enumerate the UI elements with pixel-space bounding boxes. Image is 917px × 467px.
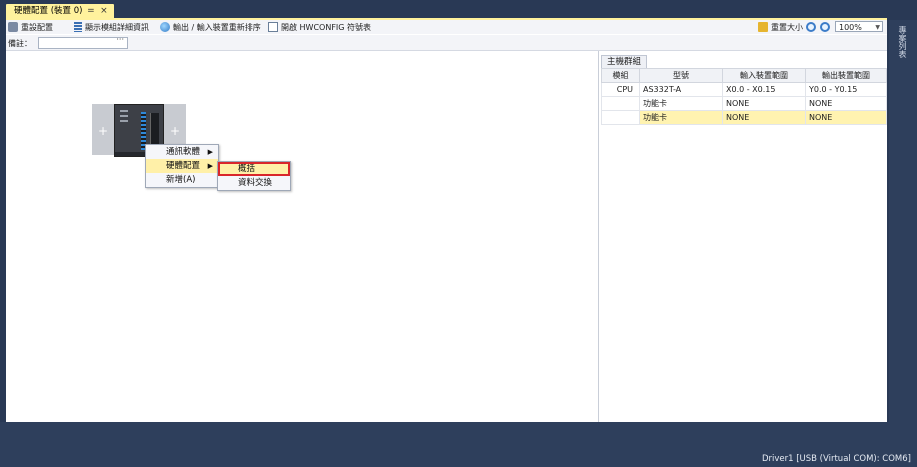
zoom-out-button[interactable]: [820, 21, 830, 33]
menu-item-hwconfig[interactable]: 硬體配置 ▶: [146, 159, 218, 173]
chevron-right-icon: ▶: [207, 148, 213, 156]
tab-main-group[interactable]: 主機群組: [601, 55, 648, 69]
resize-icon: [758, 22, 768, 32]
menu-item-add[interactable]: 新增(A): [146, 173, 218, 187]
reset-config-button[interactable]: 重設配置: [8, 21, 53, 33]
cell-module: [601, 110, 640, 125]
io-reorder-label: 輸出 / 輸入裝置重新排序: [173, 22, 261, 32]
cell-model: 功能卡: [639, 110, 723, 125]
menu-item-label: 通訊軟體: [166, 147, 201, 157]
cell-input: NONE: [722, 110, 806, 125]
reset-icon: [8, 22, 18, 32]
project-list-label: 專案列表: [898, 26, 907, 58]
zoom-out-icon: [820, 22, 830, 32]
table-row[interactable]: 功能卡 NONE NONE: [601, 110, 887, 125]
submenu-item-data-exchange[interactable]: 資料交換: [218, 176, 290, 190]
status-bar: Driver1 [USB (Virtual COM): COM6]: [0, 422, 917, 467]
project-list-strip[interactable]: 專案列表: [889, 20, 917, 422]
table-row[interactable]: 功能卡 NONE NONE: [601, 96, 887, 111]
zoom-in-icon: [806, 22, 816, 32]
plus-icon: +: [169, 124, 181, 138]
pin-button[interactable]: =: [86, 4, 95, 18]
io-icon: [160, 22, 170, 32]
connection-status: Driver1 [USB (Virtual COM): COM6]: [761, 454, 911, 464]
cell-output: NONE: [805, 110, 887, 125]
hardware-config-pane: 重設配置 顯示模組詳細資訊 輸出 / 輸入裝置重新排序 開啟 HWCONFIG …: [6, 20, 887, 422]
cell-input: NONE: [722, 96, 806, 111]
zoom-value: 100%: [839, 23, 862, 32]
rack-canvas[interactable]: + + 通訊軟體 ▶ 硬體配置 ▶ 新增(A) 概括 資料交換: [6, 51, 599, 422]
cell-module: [601, 96, 640, 111]
document-tab[interactable]: 硬體配置 (裝置 0) = ×: [6, 4, 115, 18]
cell-module: CPU: [601, 82, 640, 97]
zoom-select[interactable]: 100% ▼: [835, 21, 883, 32]
main-group-panel: 主機群組 模組 型號 輸入裝置範圍 輸出裝置範圍 CPU AS332T-A X0…: [601, 55, 887, 422]
note-input[interactable]: ···: [38, 35, 128, 49]
reset-size-label: 重置大小: [771, 22, 803, 32]
col-input-range: 輸入裝置範圍: [722, 68, 806, 83]
table-row[interactable]: CPU AS332T-A X0.0 - X0.15 Y0.0 - Y0.15: [601, 82, 887, 97]
hwconfig-label: 開啟 HWCONFIG 符號表: [281, 22, 372, 32]
hwconfig-button[interactable]: 開啟 HWCONFIG 符號表: [268, 21, 371, 33]
led: [120, 120, 128, 122]
submenu: 概括 資料交換: [217, 161, 291, 191]
cell-model: 功能卡: [639, 96, 723, 111]
list-icon: [74, 22, 82, 32]
document-tabstrip: 硬體配置 (裝置 0) = ×: [6, 4, 115, 18]
cell-output: Y0.0 - Y0.15: [805, 82, 887, 97]
more-button[interactable]: ···: [116, 35, 124, 44]
add-slot-left[interactable]: +: [92, 104, 114, 155]
col-module: 模組: [601, 68, 640, 83]
chevron-right-icon: ▶: [207, 162, 213, 170]
submenu-item-overview[interactable]: 概括: [218, 162, 290, 176]
cell-model: AS332T-A: [639, 82, 723, 97]
plus-icon: +: [97, 124, 109, 138]
menu-item-comm[interactable]: 通訊軟體 ▶: [146, 145, 218, 159]
show-detail-button[interactable]: 顯示模組詳細資訊: [74, 21, 149, 33]
toolbar: 重設配置 顯示模組詳細資訊 輸出 / 輸入裝置重新排序 開啟 HWCONFIG …: [6, 20, 887, 34]
menu-item-label: 新增(A): [166, 175, 196, 185]
zoom-in-button[interactable]: [806, 21, 816, 33]
context-menu: 通訊軟體 ▶ 硬體配置 ▶ 新增(A): [145, 144, 219, 188]
submenu-item-label: 資料交換: [238, 178, 273, 188]
module-table: 模組 型號 輸入裝置範圍 輸出裝置範圍 CPU AS332T-A X0.0 - …: [601, 68, 887, 125]
led: [120, 115, 128, 117]
submenu-item-label: 概括: [238, 164, 256, 174]
reset-config-label: 重設配置: [21, 22, 53, 32]
menu-item-label: 硬體配置: [166, 161, 201, 171]
cell-output: NONE: [805, 96, 887, 111]
reset-size-button[interactable]: 重置大小: [758, 21, 803, 33]
table-icon: [268, 22, 278, 32]
cell-input: X0.0 - X0.15: [722, 82, 806, 97]
document-tab-title: 硬體配置 (裝置 0): [14, 6, 83, 16]
show-detail-label: 顯示模組詳細資訊: [85, 22, 149, 32]
close-button[interactable]: ×: [99, 4, 108, 18]
io-reorder-button[interactable]: 輸出 / 輸入裝置重新排序: [160, 21, 261, 33]
led: [120, 110, 128, 112]
col-model: 型號: [639, 68, 723, 83]
col-output-range: 輸出裝置範圍: [805, 68, 887, 83]
note-bar: 備註： ···: [6, 35, 887, 51]
note-label: 備註：: [8, 39, 32, 48]
chevron-down-icon: ▼: [875, 24, 880, 31]
